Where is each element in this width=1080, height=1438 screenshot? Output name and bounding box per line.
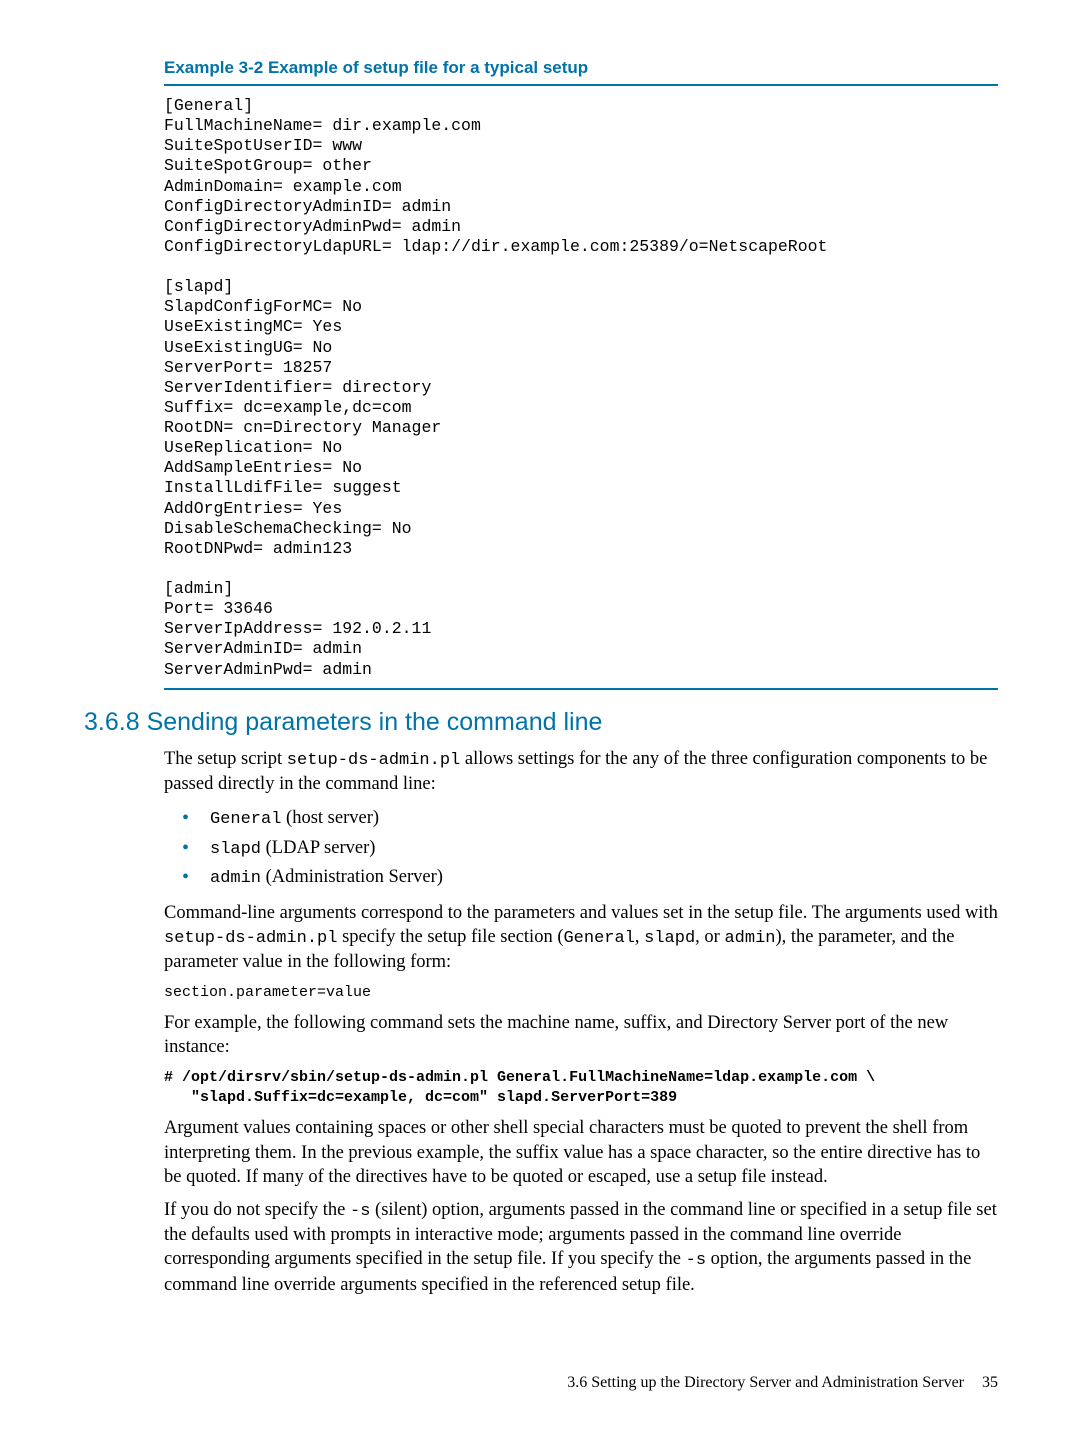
code-inline: setup-ds-admin.pl	[164, 929, 337, 948]
code-inline: slapd	[210, 840, 261, 859]
para-example-intro: For example, the following command sets …	[164, 1011, 998, 1060]
code-inline: slapd	[644, 929, 695, 948]
content-column: Example 3-2 Example of setup file for a …	[164, 58, 998, 1297]
text: , or	[695, 927, 724, 947]
list-item: slapd (LDAP server)	[164, 834, 998, 863]
page-footer: 3.6 Setting up the Directory Server and …	[567, 1374, 998, 1392]
para-intro: The setup script setup-ds-admin.pl allow…	[164, 747, 998, 797]
text: The setup script	[164, 749, 287, 769]
text: Command-line arguments correspond to the…	[164, 903, 998, 923]
code-inline: admin	[210, 869, 261, 888]
text: (LDAP server)	[261, 838, 375, 858]
example-rule-top	[164, 84, 998, 86]
para-silent: If you do not specify the -s (silent) op…	[164, 1198, 998, 1298]
code-inline: General	[210, 810, 281, 829]
para-cmdline: Command-line arguments correspond to the…	[164, 901, 998, 975]
text: (Administration Server)	[261, 867, 443, 887]
command-example: # /opt/dirsrv/sbin/setup-ds-admin.pl Gen…	[164, 1068, 998, 1109]
text: specify the setup file section (	[337, 927, 563, 947]
code-inline: -s	[350, 1202, 370, 1221]
text: (host server)	[281, 808, 379, 828]
code-inline: admin	[724, 929, 775, 948]
code-inline: setup-ds-admin.pl	[287, 751, 460, 770]
form-code: section.parameter=value	[164, 983, 998, 1003]
list-item: admin (Administration Server)	[164, 863, 998, 892]
example-title: Example 3-2 Example of setup file for a …	[164, 58, 998, 78]
example-rule-bottom	[164, 688, 998, 690]
section-number: 3.6.8	[84, 708, 140, 736]
bullet-list: General (host server) slapd (LDAP server…	[164, 804, 998, 892]
code-inline: General	[563, 929, 634, 948]
text: If you do not specify the	[164, 1200, 350, 1220]
footer-section: 3.6 Setting up the Directory Server and …	[567, 1374, 964, 1391]
page: Example 3-2 Example of setup file for a …	[0, 0, 1080, 1438]
text: ,	[635, 927, 644, 947]
para-quoting: Argument values containing spaces or oth…	[164, 1116, 998, 1189]
code-inline: -s	[686, 1251, 706, 1270]
page-number: 35	[982, 1374, 998, 1391]
section-heading: 3.6.8 Sending parameters in the command …	[84, 708, 998, 737]
list-item: General (host server)	[164, 804, 998, 833]
example-code: [General] FullMachineName= dir.example.c…	[164, 96, 998, 680]
section-title: Sending parameters in the command line	[147, 708, 603, 736]
